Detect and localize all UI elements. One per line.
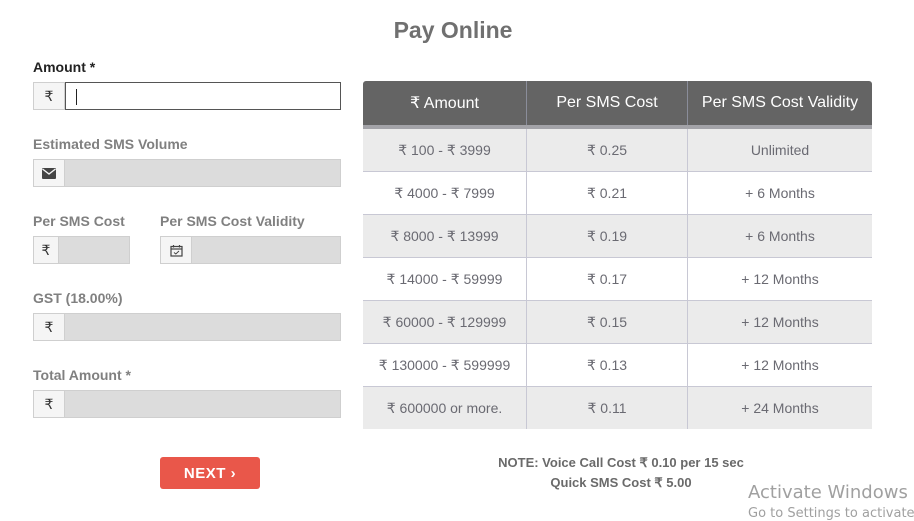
- per-sms-cost-input[interactable]: [59, 236, 130, 264]
- activate-windows-subtitle[interactable]: Go to Settings to activate: [748, 506, 914, 521]
- validity-field: [160, 236, 341, 264]
- voice-call-cost-note: NOTE: Voice Call Cost ₹ 0.10 per 15 sec: [498, 455, 744, 470]
- calendar-check-icon: [160, 236, 192, 264]
- rupee-icon: ₹: [33, 390, 65, 418]
- gst-field: ₹: [33, 313, 341, 341]
- page-title: Pay Online: [393, 17, 513, 43]
- table-row: ₹ 100 - ₹ 3999 ₹ 0.25 Unlimited: [363, 127, 872, 172]
- gst-label: GST (18.00%): [33, 290, 123, 306]
- amount-field: ₹: [33, 82, 341, 110]
- total-amount-label: Total Amount *: [33, 367, 131, 383]
- validity-cell: + 12 Months: [687, 257, 872, 301]
- per-sms-cost-cell: ₹ 0.11: [526, 386, 688, 429]
- table-header-row: ₹ Amount Per SMS Cost Per SMS Cost Valid…: [363, 81, 872, 129]
- table-row: ₹ 600000 or more. ₹ 0.11 + 24 Months: [363, 386, 872, 429]
- rates-table: ₹ Amount Per SMS Cost Per SMS Cost Valid…: [363, 81, 872, 429]
- amount-range-cell: ₹ 4000 - ₹ 7999: [363, 171, 527, 215]
- amount-label: Amount *: [33, 59, 96, 75]
- rupee-icon: ₹: [33, 82, 65, 110]
- column-header-validity: Per SMS Cost Validity: [687, 81, 872, 129]
- total-amount-input[interactable]: [65, 390, 341, 418]
- per-sms-cost-cell: ₹ 0.25: [526, 127, 688, 172]
- per-sms-cost-cell: ₹ 0.15: [526, 300, 688, 344]
- sms-volume-label: Estimated SMS Volume: [33, 136, 188, 152]
- validity-cell: + 6 Months: [687, 171, 872, 215]
- per-sms-cost-cell: ₹ 0.19: [526, 214, 688, 258]
- amount-range-cell: ₹ 8000 - ₹ 13999: [363, 214, 527, 258]
- amount-input[interactable]: [65, 82, 341, 110]
- table-row: ₹ 4000 - ₹ 7999 ₹ 0.21 + 6 Months: [363, 171, 872, 215]
- validity-cell: + 12 Months: [687, 343, 872, 387]
- per-sms-cost-label: Per SMS Cost: [33, 213, 125, 229]
- text-caret: [76, 89, 77, 105]
- table-row: ₹ 14000 - ₹ 59999 ₹ 0.17 + 12 Months: [363, 257, 872, 301]
- rupee-icon: ₹: [33, 236, 59, 264]
- table-row: ₹ 60000 - ₹ 129999 ₹ 0.15 + 12 Months: [363, 300, 872, 344]
- total-amount-field: ₹: [33, 390, 341, 418]
- validity-input[interactable]: [192, 236, 341, 264]
- table-row: ₹ 8000 - ₹ 13999 ₹ 0.19 + 6 Months: [363, 214, 872, 258]
- column-header-per-sms-cost: Per SMS Cost: [526, 81, 688, 129]
- next-button[interactable]: NEXT ›: [160, 457, 260, 489]
- validity-cell: Unlimited: [687, 127, 872, 172]
- amount-range-cell: ₹ 100 - ₹ 3999: [363, 127, 527, 172]
- amount-range-cell: ₹ 600000 or more.: [363, 386, 527, 429]
- validity-cell: + 12 Months: [687, 300, 872, 344]
- validity-cell: + 24 Months: [687, 386, 872, 429]
- validity-label: Per SMS Cost Validity: [160, 213, 305, 229]
- envelope-icon: [33, 159, 65, 187]
- rupee-icon: ₹: [33, 313, 65, 341]
- amount-range-cell: ₹ 60000 - ₹ 129999: [363, 300, 527, 344]
- activate-windows-title: Activate Windows: [748, 482, 908, 503]
- sms-volume-field: [33, 159, 341, 187]
- per-sms-cost-field: ₹: [33, 236, 130, 264]
- per-sms-cost-cell: ₹ 0.13: [526, 343, 688, 387]
- table-row: ₹ 130000 - ₹ 599999 ₹ 0.13 + 12 Months: [363, 343, 872, 387]
- gst-input[interactable]: [65, 313, 341, 341]
- validity-cell: + 6 Months: [687, 214, 872, 258]
- per-sms-cost-cell: ₹ 0.21: [526, 171, 688, 215]
- per-sms-cost-cell: ₹ 0.17: [526, 257, 688, 301]
- amount-range-cell: ₹ 14000 - ₹ 59999: [363, 257, 527, 301]
- amount-range-cell: ₹ 130000 - ₹ 599999: [363, 343, 527, 387]
- column-header-amount: ₹ Amount: [363, 81, 527, 129]
- sms-volume-input[interactable]: [65, 159, 341, 187]
